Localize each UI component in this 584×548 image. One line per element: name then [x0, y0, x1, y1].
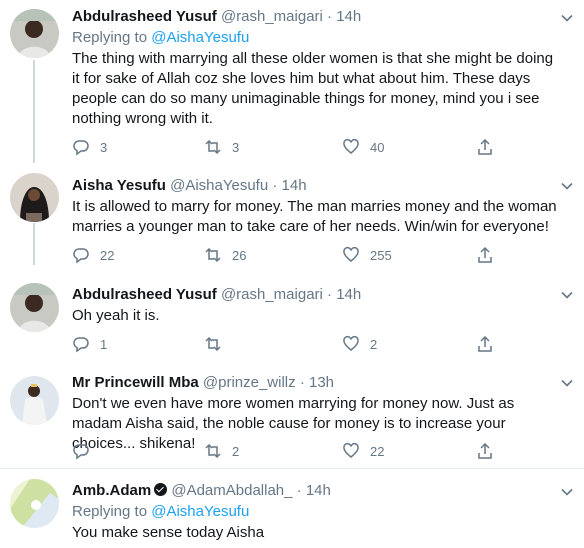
display-name[interactable]: Abdulrasheed Yusuf — [72, 8, 217, 25]
tweet-header: Amb.Adam @AdamAbdallah_ · 14h — [72, 481, 562, 501]
display-name[interactable]: Amb.Adam — [72, 482, 151, 499]
separator-dot: · — [272, 177, 278, 194]
thread-line — [33, 223, 35, 265]
mention-link[interactable]: @AishaYesufu — [151, 503, 249, 520]
like-count: 40 — [370, 139, 385, 155]
replying-to: Replying to @AishaYesufu — [72, 28, 562, 48]
avatar[interactable] — [10, 9, 59, 58]
tweet-actions: 2 22 — [72, 441, 502, 461]
reply-icon — [73, 248, 89, 264]
tweet[interactable]: Aisha Yesufu @AishaYesufu · 14h It is al… — [0, 163, 584, 265]
retweet-button[interactable]: 2 — [204, 441, 239, 461]
heart-icon — [343, 335, 359, 351]
reply-button[interactable]: 1 — [72, 334, 107, 354]
tweet-text: It is allowed to marry for money. The ma… — [72, 198, 557, 235]
share-button[interactable] — [476, 137, 504, 157]
separator-dot: · — [296, 482, 302, 499]
tweet-header: Mr Princewill Mba @prinze_willz · 13h — [72, 373, 562, 393]
avatar[interactable] — [10, 376, 59, 425]
like-count: 2 — [370, 336, 378, 352]
reply-icon — [73, 337, 89, 353]
separator-dot: · — [327, 286, 333, 303]
display-name[interactable]: Mr Princewill Mba — [72, 374, 199, 391]
verified-badge-icon — [154, 483, 168, 496]
share-button[interactable] — [476, 245, 504, 265]
share-icon — [478, 246, 492, 263]
retweet-icon — [205, 139, 221, 155]
share-icon — [478, 138, 492, 155]
tweet-text: The thing with marrying all these older … — [72, 50, 554, 127]
tweet-header: Abdulrasheed Yusuf @rash_maigari · 14h — [72, 7, 562, 27]
separator-dot: · — [299, 374, 305, 391]
reply-button[interactable]: 3 — [72, 137, 107, 157]
timestamp[interactable]: 14h — [306, 482, 331, 499]
avatar[interactable] — [10, 479, 59, 528]
handle[interactable]: @rash_maigari — [221, 8, 323, 25]
timestamp[interactable]: 13h — [309, 374, 334, 391]
chevron-down-icon[interactable] — [560, 288, 574, 302]
like-count: 255 — [370, 247, 392, 263]
retweet-icon — [205, 247, 221, 263]
heart-icon — [343, 138, 359, 154]
retweet-count: 3 — [232, 139, 240, 155]
tweet[interactable]: Amb.Adam @AdamAbdallah_ · 14h Replying t… — [0, 469, 584, 548]
replying-to: Replying to @AishaYesufu — [72, 502, 562, 522]
retweet-button[interactable]: 3 — [204, 137, 239, 157]
tweet-actions: 3 3 40 — [72, 137, 502, 157]
reply-count: 3 — [100, 139, 108, 155]
tweet[interactable]: Abdulrasheed Yusuf @rash_maigari · 14h R… — [0, 0, 584, 163]
tweet-actions: 1 2 — [72, 334, 502, 354]
retweet-count: 26 — [232, 247, 247, 263]
tweet[interactable]: Mr Princewill Mba @prinze_willz · 13h Do… — [0, 355, 584, 468]
like-button[interactable]: 40 — [342, 137, 384, 157]
chevron-down-icon[interactable] — [560, 11, 574, 25]
separator-dot: · — [327, 8, 333, 25]
share-icon — [478, 442, 492, 459]
reply-icon — [73, 140, 89, 156]
handle[interactable]: @rash_maigari — [221, 286, 323, 303]
like-button[interactable]: 2 — [342, 334, 377, 354]
handle[interactable]: @AdamAbdallah_ — [171, 482, 292, 499]
avatar[interactable] — [10, 173, 59, 222]
retweet-icon — [205, 443, 221, 459]
tweet-text: You make sense today Aisha — [72, 524, 265, 541]
tweet[interactable]: Abdulrasheed Yusuf @rash_maigari · 14h O… — [0, 265, 584, 355]
retweet-icon — [205, 336, 221, 352]
like-count: 22 — [370, 443, 385, 459]
replying-to-prefix: Replying to — [72, 503, 152, 520]
like-button[interactable]: 255 — [342, 245, 392, 265]
avatar[interactable] — [10, 283, 59, 332]
timestamp[interactable]: 14h — [282, 177, 307, 194]
like-button[interactable]: 22 — [342, 441, 384, 461]
heart-icon — [343, 246, 359, 262]
timestamp[interactable]: 14h — [336, 8, 361, 25]
retweet-count: 2 — [232, 443, 240, 459]
timestamp[interactable]: 14h — [336, 286, 361, 303]
reply-count: 1 — [100, 336, 108, 352]
mention-link[interactable]: @AishaYesufu — [151, 29, 249, 46]
display-name[interactable]: Abdulrasheed Yusuf — [72, 286, 217, 303]
retweet-button[interactable]: 26 — [204, 245, 246, 265]
tweet-header: Abdulrasheed Yusuf @rash_maigari · 14h — [72, 285, 562, 305]
tweet-text: Oh yeah it is. — [72, 307, 160, 324]
retweet-button[interactable] — [204, 334, 232, 354]
chevron-down-icon[interactable] — [560, 376, 574, 390]
handle[interactable]: @prinze_willz — [203, 374, 296, 391]
tweet-header: Aisha Yesufu @AishaYesufu · 14h — [72, 176, 562, 196]
reply-count: 22 — [100, 247, 115, 263]
thread-line — [33, 60, 35, 163]
reply-icon — [73, 444, 89, 460]
chevron-down-icon[interactable] — [560, 485, 574, 499]
display-name[interactable]: Aisha Yesufu — [72, 177, 166, 194]
share-icon — [478, 335, 492, 352]
reply-button[interactable] — [72, 441, 100, 461]
share-button[interactable] — [476, 334, 504, 354]
handle[interactable]: @AishaYesufu — [170, 177, 268, 194]
chevron-down-icon[interactable] — [560, 179, 574, 193]
share-button[interactable] — [476, 441, 504, 461]
tweet-actions: 22 26 255 — [72, 245, 502, 265]
heart-icon — [343, 442, 359, 458]
replying-to-prefix: Replying to — [72, 29, 152, 46]
reply-button[interactable]: 22 — [72, 245, 114, 265]
